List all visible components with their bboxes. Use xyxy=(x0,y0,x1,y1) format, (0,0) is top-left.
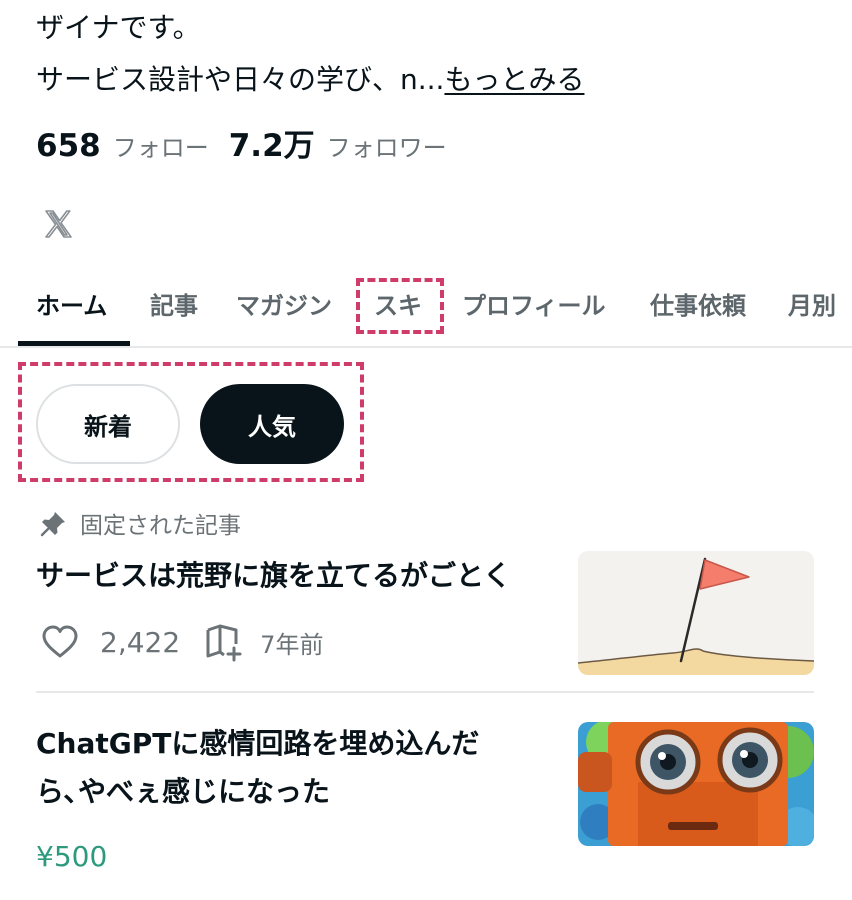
x-icon[interactable] xyxy=(42,208,74,240)
like-count: 2,422 xyxy=(100,625,181,659)
filter-popular-button[interactable]: 人気 xyxy=(200,384,344,464)
following-label[interactable]: フォロー xyxy=(113,128,209,163)
tab-profile[interactable]: プロフィール xyxy=(462,286,606,321)
article-title[interactable]: ChatGPTに感情回路を埋め込んだ ら､やべぇ感じになった xyxy=(36,720,556,816)
followers-label[interactable]: フォロワー xyxy=(327,128,447,163)
followers-count[interactable]: 7.2万 xyxy=(229,120,315,165)
flag-illustration xyxy=(578,551,814,675)
pinned-label: 固定された記事 xyxy=(40,506,241,540)
tab-home[interactable]: ホーム xyxy=(36,286,107,321)
robot-illustration xyxy=(578,722,814,846)
active-tab-indicator xyxy=(18,341,130,346)
tab-likes[interactable]: スキ xyxy=(374,286,422,321)
add-to-magazine-icon[interactable] xyxy=(204,622,244,662)
published-time: 7年前 xyxy=(260,630,324,659)
pinned-label-text: 固定された記事 xyxy=(80,513,241,539)
tab-work-request[interactable]: 仕事依頼 xyxy=(650,286,746,321)
filter-new-button[interactable]: 新着 xyxy=(36,384,180,464)
bio-line-2: サービス設計や日々の学び、n...もっとみる xyxy=(36,54,584,106)
profile-bio: ザイナです。 サービス設計や日々の学び、n...もっとみる xyxy=(36,2,584,106)
bio-line-1: ザイナです。 xyxy=(36,11,201,44)
article-thumbnail[interactable] xyxy=(578,551,814,675)
tab-articles[interactable]: 記事 xyxy=(150,286,198,321)
article-title-line-2: ら､やべぇ感じになった xyxy=(36,775,331,808)
article-title-line-1: ChatGPTに感情回路を埋め込んだ xyxy=(36,727,480,760)
tab-magazine[interactable]: マガジン xyxy=(236,286,332,321)
heart-icon[interactable] xyxy=(40,622,80,662)
pin-icon xyxy=(40,512,65,537)
show-more-link[interactable]: もっとみる xyxy=(444,63,584,96)
article-title[interactable]: サービスは荒野に旗を立てるがごとく xyxy=(36,552,556,600)
following-count[interactable]: 658 xyxy=(36,128,101,164)
article-thumbnail[interactable] xyxy=(578,722,814,846)
article-divider xyxy=(36,691,814,693)
article-price: ¥500 xyxy=(36,840,108,873)
bio-text: サービス設計や日々の学び、n... xyxy=(36,63,445,96)
tab-monthly[interactable]: 月別 xyxy=(788,286,836,321)
follow-stats: 658 フォロー 7.2万 フォロワー xyxy=(36,120,467,165)
profile-tabs: ホーム 記事 マガジン スキ プロフィール 仕事依頼 月別 xyxy=(0,270,852,348)
article-meta: 2,422 7年前 xyxy=(40,622,323,662)
